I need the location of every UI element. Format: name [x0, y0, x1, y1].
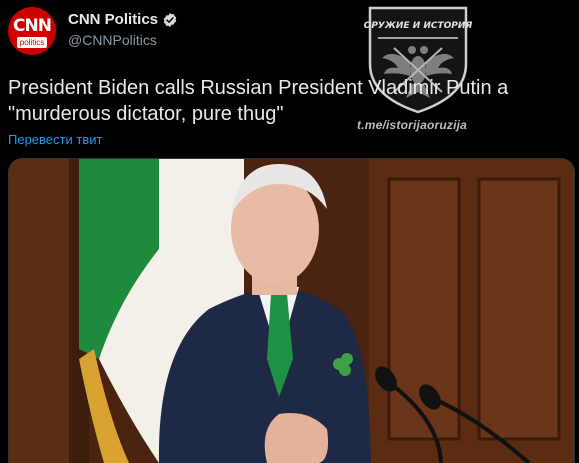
tweet: CNN politics CNN Politics @CNNPolitics О…	[0, 0, 579, 463]
tweet-text: President Biden calls Russian President …	[8, 77, 509, 125]
tweet-photo[interactable]	[8, 158, 575, 463]
author-name-row: CNN Politics	[68, 11, 178, 28]
author-handle[interactable]: @CNNPolitics	[68, 32, 157, 48]
author-display-name[interactable]: CNN Politics	[68, 11, 158, 28]
avatar[interactable]: CNN politics	[8, 7, 56, 55]
verified-badge-icon	[162, 12, 178, 28]
cnn-logo: CNN	[13, 16, 52, 36]
avatar-tag: politics	[17, 37, 47, 48]
translate-tweet-link[interactable]: Перевести твит	[8, 132, 102, 147]
svg-text:ОРУЖИЕ И ИСТОРИЯ: ОРУЖИЕ И ИСТОРИЯ	[364, 21, 472, 31]
